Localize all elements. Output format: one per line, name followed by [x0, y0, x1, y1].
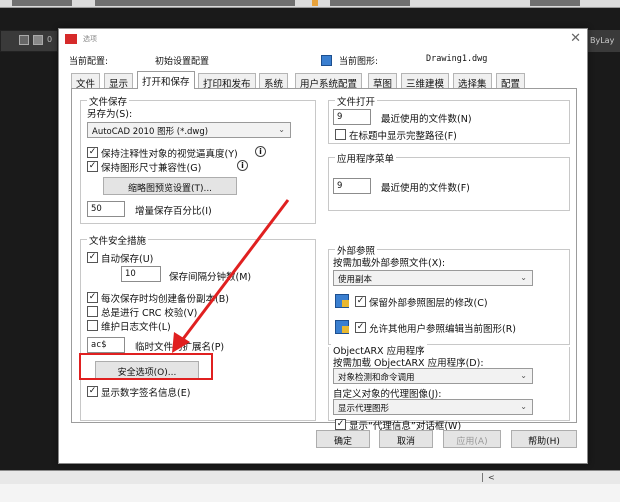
- current-profile-value: 初始设置配置: [155, 57, 210, 67]
- file-open-group-label: 文件打开: [335, 94, 378, 108]
- window-icon[interactable]: [33, 35, 43, 45]
- proxy-image-label: 自定义对象的代理图像(J):: [333, 389, 442, 400]
- layer-icon[interactable]: [19, 35, 29, 45]
- retain-xref-changes-checkbox[interactable]: ✓: [355, 296, 366, 307]
- current-profile-label: 当前配置:: [69, 57, 109, 67]
- recent-files-label: 最近使用的文件数(N): [381, 114, 472, 125]
- retain-xref-changes-label: 保留外部参照图层的修改(C): [369, 298, 488, 309]
- tab-plot-publish[interactable]: 打印和发布: [198, 73, 256, 90]
- tab-profiles[interactable]: 配置: [496, 73, 526, 90]
- close-icon[interactable]: ✕: [570, 31, 581, 46]
- status-strip: <: [0, 470, 620, 484]
- app-menu-recent-input[interactable]: 9: [333, 178, 371, 194]
- tab-number-text: 0: [47, 35, 53, 44]
- security-options-highlight: [79, 353, 213, 380]
- tab-selection[interactable]: 选择集: [453, 73, 492, 90]
- bylayer-text: ByLay: [590, 36, 615, 45]
- file-safety-group: 文件安全措施 ✓ 自动保存(U) 10 保存间隔分钟数(M) ✓ 每次保存时均创…: [80, 233, 316, 421]
- file-open-group: 文件打开 9 最近使用的文件数(N) 在标题中显示完整路径(F): [328, 94, 570, 144]
- xref-layer-icon: [335, 294, 349, 308]
- file-save-group: 文件保存 另存为(S): AutoCAD 2010 图形 (*.dwg) ⌄ ✓…: [80, 94, 316, 224]
- tab-files[interactable]: 文件: [71, 73, 101, 90]
- tab-display[interactable]: 显示: [104, 73, 134, 90]
- xref-edit-icon: [335, 320, 349, 334]
- profile-row: 当前配置: 初始设置配置 当前图形: Drawing1.dwg: [69, 54, 579, 68]
- help-button[interactable]: 帮助(H): [511, 430, 577, 448]
- dialog-title: 选项: [83, 35, 97, 43]
- chevron-down-icon: ⌄: [520, 402, 527, 411]
- xref-demand-load-label: 按需加载外部参照文件(X):: [333, 258, 446, 269]
- digital-signature-label: 显示数字签名信息(E): [101, 388, 191, 399]
- chevron-down-icon: ⌄: [520, 273, 527, 282]
- tab-open-save[interactable]: 打开和保存: [137, 71, 195, 89]
- autosave-interval-label: 保存间隔分钟数(M): [169, 272, 252, 283]
- crc-check-label: 总是进行 CRC 校验(V): [101, 308, 198, 319]
- tab-drafting[interactable]: 草图: [368, 73, 398, 90]
- incremental-save-input[interactable]: 50: [87, 201, 125, 217]
- options-dialog: 选项 ✕ 当前配置: 初始设置配置 当前图形: Drawing1.dwg 文件 …: [58, 28, 588, 464]
- app-menu-group: 应用程序菜单 9 最近使用的文件数(F): [328, 151, 570, 211]
- dialog-titlebar: 选项 ✕: [59, 29, 587, 49]
- objectarx-load-select[interactable]: 对象检测和命令调用 ⌄: [333, 368, 533, 384]
- chevron-down-icon: ⌄: [278, 125, 285, 134]
- backup-copy-label: 每次保存时均创建备份副本(B): [101, 294, 229, 305]
- autosave-label: 自动保存(U): [101, 254, 154, 265]
- objectarx-group: ObjectARX 应用程序 按需加载 ObjectARX 应用程序(D): 对…: [328, 343, 570, 432]
- autosave-checkbox[interactable]: ✓: [87, 252, 98, 263]
- full-path-checkbox[interactable]: [335, 129, 346, 140]
- log-file-label: 维护日志文件(L): [101, 322, 171, 333]
- annotative-fidelity-label: 保持注释性对象的视觉逼真度(Y): [101, 149, 238, 160]
- chevron-down-icon: ⌄: [520, 371, 527, 380]
- current-drawing-value: Drawing1.dwg: [426, 54, 488, 64]
- autocad-logo-icon: [65, 34, 77, 44]
- xref-group: 外部参照 按需加载外部参照文件(X): 使用副本 ⌄ ✓ 保留外部参照图层的修改…: [328, 243, 570, 345]
- digital-signature-checkbox[interactable]: ✓: [87, 386, 98, 397]
- allow-refedit-label: 允许其他用户参照编辑当前图形(R): [369, 324, 517, 335]
- app-toolbar-strip: [0, 0, 620, 8]
- chevron-left-icon[interactable]: <: [488, 473, 495, 482]
- crc-check-checkbox[interactable]: [87, 306, 98, 317]
- annotative-fidelity-checkbox[interactable]: ✓: [87, 147, 98, 158]
- info-icon[interactable]: i: [237, 160, 248, 171]
- ok-button[interactable]: 确定: [316, 430, 370, 448]
- backup-copy-checkbox[interactable]: ✓: [87, 292, 98, 303]
- taskbar-area: [0, 484, 620, 502]
- current-drawing-label: 当前图形:: [339, 57, 379, 67]
- drawing-size-compat-label: 保持图形尺寸兼容性(G): [101, 163, 202, 174]
- proxy-image-select[interactable]: 显示代理图形 ⌄: [333, 399, 533, 415]
- tab-system[interactable]: 系统: [259, 73, 289, 90]
- tab-user-preferences[interactable]: 用户系统配置: [295, 73, 363, 90]
- thumbnail-settings-button[interactable]: 缩略图预览设置(T)...: [103, 177, 237, 195]
- drawing-size-compat-checkbox[interactable]: ✓: [87, 161, 98, 172]
- objectarx-load-label: 按需加载 ObjectARX 应用程序(D):: [333, 358, 484, 369]
- layer-property-strip[interactable]: ByLay: [588, 30, 620, 52]
- apply-button[interactable]: 应用(A): [443, 430, 501, 448]
- file-safety-group-label: 文件安全措施: [87, 233, 149, 247]
- app-menu-recent-label: 最近使用的文件数(F): [381, 183, 470, 194]
- app-menu-group-label: 应用程序菜单: [335, 151, 397, 165]
- proxy-info-checkbox[interactable]: ✓: [335, 419, 346, 430]
- drawing-tab-strip[interactable]: 0: [0, 30, 58, 52]
- save-as-label: 另存为(S):: [87, 109, 133, 120]
- autosave-minutes-input[interactable]: 10: [121, 266, 161, 282]
- full-path-label: 在标题中显示完整路径(F): [349, 131, 457, 142]
- tab-3d-modeling[interactable]: 三维建模: [401, 73, 450, 90]
- cancel-button[interactable]: 取消: [379, 430, 433, 448]
- temp-extension-input[interactable]: ac$: [87, 337, 125, 353]
- drawing-file-icon: [321, 55, 332, 66]
- info-icon[interactable]: i: [255, 146, 266, 157]
- save-as-select[interactable]: AutoCAD 2010 图形 (*.dwg) ⌄: [87, 122, 291, 138]
- recent-files-input[interactable]: 9: [333, 109, 371, 125]
- log-file-checkbox[interactable]: [87, 320, 98, 331]
- temp-extension-label: 临时文件的扩展名(P): [135, 342, 225, 353]
- incremental-save-label: 增量保存百分比(I): [135, 206, 212, 217]
- xref-demand-load-select[interactable]: 使用副本 ⌄: [333, 270, 533, 286]
- allow-refedit-checkbox[interactable]: ✓: [355, 322, 366, 333]
